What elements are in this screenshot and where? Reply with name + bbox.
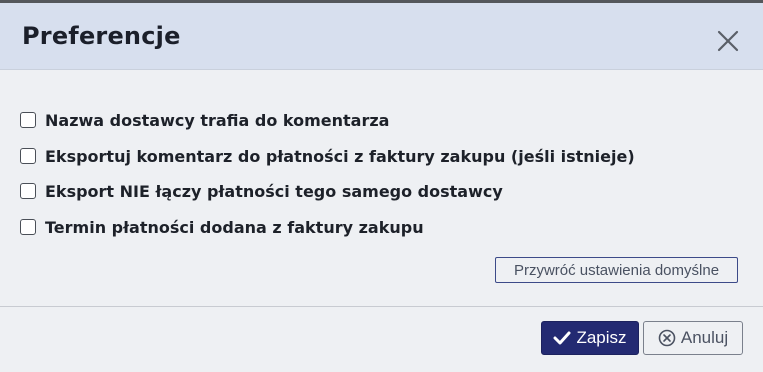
dialog-header: Preferencje (0, 3, 763, 70)
option-label: Termin płatności dodana z faktury zakupu (45, 217, 424, 237)
restore-defaults-button[interactable]: Przywróć ustawienia domyślne (495, 257, 738, 283)
checkbox[interactable] (20, 183, 36, 199)
checkbox[interactable] (20, 112, 36, 128)
option-no-merge-payments[interactable]: Eksport NIE łączy płatności tego samego … (20, 180, 503, 202)
option-label: Nazwa dostawcy trafia do komentarza (45, 110, 390, 130)
preferences-dialog: Preferencje Nazwa dostawcy trafia do kom… (0, 0, 763, 372)
dialog-body: Nazwa dostawcy trafia do komentarza Eksp… (0, 71, 763, 307)
dialog-title: Preferencje (22, 22, 181, 50)
footer-divider (0, 306, 763, 307)
option-export-comment[interactable]: Eksportuj komentarz do płatności z faktu… (20, 145, 635, 167)
check-icon (553, 331, 571, 345)
cancel-button-label: Anuluj (680, 328, 729, 347)
cancel-button[interactable]: Anuluj (643, 321, 743, 355)
option-supplier-name-to-comment[interactable]: Nazwa dostawcy trafia do komentarza (20, 109, 389, 131)
checkbox[interactable] (20, 219, 36, 235)
option-label: Eksport NIE łączy płatności tego samego … (45, 181, 503, 201)
circle-x-icon (658, 329, 676, 347)
checkbox[interactable] (20, 148, 36, 164)
option-label: Eksportuj komentarz do płatności z faktu… (45, 146, 635, 166)
option-payment-due-date[interactable]: Termin płatności dodana z faktury zakupu (20, 216, 424, 238)
save-button-label: Zapisz (576, 328, 627, 347)
save-button[interactable]: Zapisz (541, 321, 639, 355)
close-icon[interactable] (714, 27, 742, 55)
